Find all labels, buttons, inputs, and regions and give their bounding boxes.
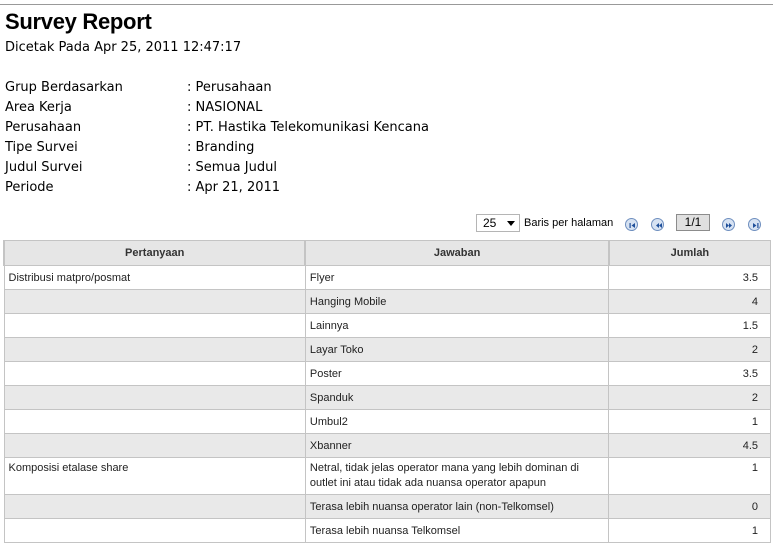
table-row: Xbanner 4.5 <box>3 433 771 458</box>
count-cell: 2 <box>608 337 771 362</box>
answer-cell: Hanging Mobile <box>304 289 610 314</box>
page-size-select[interactable]: 25 <box>476 214 520 232</box>
filter-row-survey-type: Tipe Survei : Branding <box>5 138 605 158</box>
report-filters: Grup Berdasarkan : Perusahaan Area Kerja… <box>5 78 605 198</box>
answer-cell: Layar Toko <box>304 337 610 362</box>
answer-cell: Poster <box>304 361 610 386</box>
page-indicator: 1/1 <box>676 214 710 231</box>
rows-per-page-label: Baris per halaman <box>524 217 614 229</box>
count-cell: 3.5 <box>608 265 771 290</box>
table-header-row: Pertanyaan Jawaban Jumlah <box>2 240 771 266</box>
count-cell: 0 <box>608 494 771 519</box>
table-row: Lainnya 1.5 <box>3 313 771 338</box>
window-top-border <box>0 0 773 5</box>
table-row: Spanduk 2 <box>3 385 771 410</box>
table-row: Umbul2 1 <box>3 409 771 434</box>
filter-label: Tipe Survei <box>5 140 78 155</box>
column-header-count[interactable]: Jumlah <box>607 240 771 266</box>
count-cell: 1 <box>608 518 771 543</box>
filter-row-group: Grup Berdasarkan : Perusahaan <box>5 78 605 98</box>
previous-page-icon[interactable] <box>651 218 664 231</box>
question-cell <box>3 494 306 519</box>
table-row: Poster 3.5 <box>3 361 771 386</box>
question-cell <box>3 361 306 386</box>
filter-value: : Perusahaan <box>187 80 272 95</box>
answer-cell: Xbanner <box>304 433 610 458</box>
first-page-icon[interactable] <box>625 218 638 231</box>
filter-value: : Apr 21, 2011 <box>187 180 281 195</box>
filter-label: Periode <box>5 180 54 195</box>
table-row: Distribusi matpro/posmat Flyer 3.5 <box>3 265 771 290</box>
question-cell <box>3 385 306 410</box>
filter-label: Area Kerja <box>5 100 72 115</box>
answer-cell: Umbul2 <box>304 409 610 434</box>
question-cell: Distribusi matpro/posmat <box>3 265 306 290</box>
filter-value: : NASIONAL <box>187 100 263 115</box>
filter-row-company: Perusahaan : PT. Hastika Telekomunikasi … <box>5 118 605 138</box>
table-row: Terasa lebih nuansa Telkomsel 1 <box>3 518 771 543</box>
question-cell <box>3 409 306 434</box>
last-page-icon[interactable] <box>748 218 761 231</box>
count-cell: 4.5 <box>608 433 771 458</box>
count-cell: 1 <box>608 409 771 434</box>
filter-row-survey-title: Judul Survei : Semua Judul <box>5 158 605 178</box>
survey-results-table: Pertanyaan Jawaban Jumlah Distribusi mat… <box>2 240 771 543</box>
filter-label: Perusahaan <box>5 120 82 135</box>
filter-value: : Branding <box>187 140 255 155</box>
filter-label: Grup Berdasarkan <box>5 80 123 95</box>
answer-cell: Terasa lebih nuansa operator lain (non-T… <box>304 494 610 519</box>
question-cell <box>3 433 306 458</box>
column-header-answer[interactable]: Jawaban <box>304 240 610 266</box>
question-cell <box>3 518 306 543</box>
count-cell: 2 <box>608 385 771 410</box>
count-cell: 4 <box>608 289 771 314</box>
answer-cell: Terasa lebih nuansa Telkomsel <box>304 518 610 543</box>
count-cell: 1 <box>608 457 771 495</box>
answer-cell: Flyer <box>304 265 610 290</box>
report-title: Survey Report <box>5 9 152 34</box>
question-cell <box>3 313 306 338</box>
filter-row-area: Area Kerja : NASIONAL <box>5 98 605 118</box>
table-row: Terasa lebih nuansa operator lain (non-T… <box>3 494 771 519</box>
table-row: Komposisi etalase share Netral, tidak je… <box>3 457 771 495</box>
answer-cell: Netral, tidak jelas operator mana yang l… <box>304 457 610 495</box>
filter-label: Judul Survei <box>5 160 83 175</box>
printed-timestamp: Dicetak Pada Apr 25, 2011 12:47:17 <box>5 40 242 55</box>
filter-row-period: Periode : Apr 21, 2011 <box>5 178 605 198</box>
filter-value: : Semua Judul <box>187 160 277 175</box>
filter-value: : PT. Hastika Telekomunikasi Kencana <box>187 120 429 135</box>
pagination-bar: 25 Baris per halaman 1/1 <box>0 213 773 235</box>
count-cell: 3.5 <box>608 361 771 386</box>
column-header-question[interactable]: Pertanyaan <box>2 240 306 266</box>
next-page-icon[interactable] <box>722 218 735 231</box>
table-row: Layar Toko 2 <box>3 337 771 362</box>
count-cell: 1.5 <box>608 313 771 338</box>
page-size-value: 25 <box>483 216 497 230</box>
question-cell <box>3 289 306 314</box>
table-row: Hanging Mobile 4 <box>3 289 771 314</box>
question-cell: Komposisi etalase share <box>3 457 306 495</box>
answer-cell: Spanduk <box>304 385 610 410</box>
question-cell <box>3 337 306 362</box>
answer-cell: Lainnya <box>304 313 610 338</box>
chevron-down-icon <box>507 221 515 226</box>
